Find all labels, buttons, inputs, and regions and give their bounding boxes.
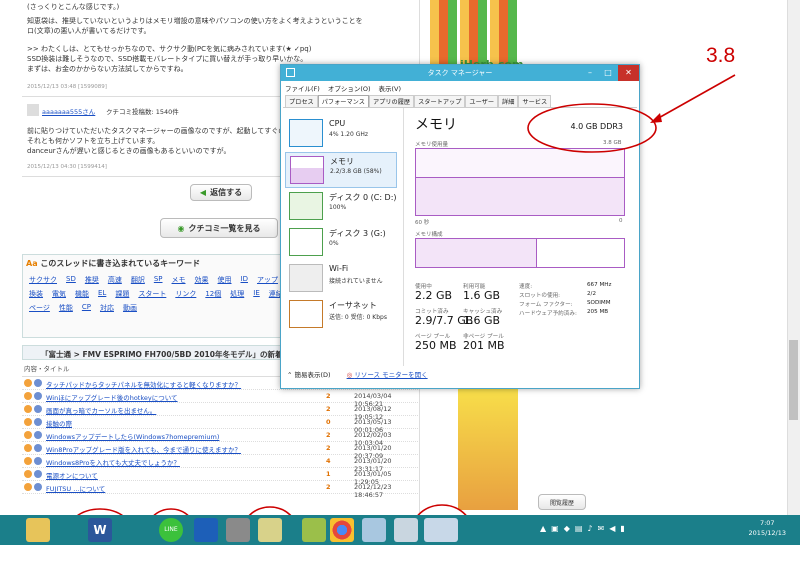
clock-time: 7:07 (759, 519, 775, 527)
app-icon[interactable] (302, 518, 326, 542)
annotation-arrowhead (650, 113, 662, 123)
download-icon[interactable] (194, 518, 218, 542)
taskbar: W LINE ▲▣◆▤♪✉◀▮ 7:07 2015/12/13 (0, 515, 800, 545)
tray-icons[interactable]: ▲▣◆▤♪✉◀▮ (540, 524, 630, 533)
line-icon[interactable]: LINE (159, 518, 183, 542)
clock-date: 2015/12/13 (748, 529, 786, 537)
annotation-overlay (65, 74, 736, 562)
annotation-circle-total (527, 103, 657, 153)
folder-app-icon[interactable] (258, 518, 282, 542)
app-icon[interactable] (394, 518, 418, 542)
explorer-icon[interactable] (26, 518, 50, 542)
app-icon[interactable] (226, 518, 250, 542)
taskmgr-icon[interactable] (424, 518, 458, 542)
clock[interactable]: 7:07 2015/12/13 (749, 518, 786, 538)
annotation-arrow (654, 74, 736, 121)
chrome-icon[interactable] (330, 518, 354, 542)
bottom-margin (0, 545, 800, 565)
app-icon[interactable] (362, 518, 386, 542)
word-icon[interactable]: W (88, 518, 112, 542)
